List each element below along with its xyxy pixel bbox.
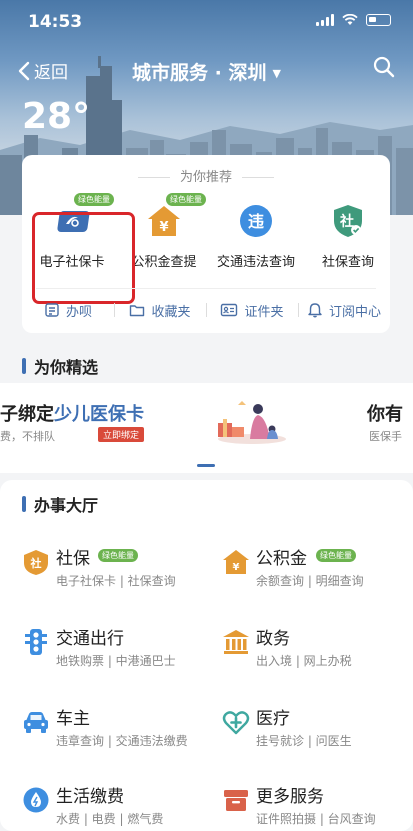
car-icon <box>24 712 48 733</box>
service-name: 车主 <box>56 709 90 729</box>
search-button[interactable] <box>373 56 395 82</box>
service-subtitle: 挂号就诊 | 问医生 <box>256 734 352 748</box>
service-government[interactable]: 政务 出入境 | 网上办税 <box>222 622 402 682</box>
nav-bar: 返回 城市服务 · 深圳 ▼ <box>0 50 413 90</box>
section-marker <box>22 358 26 374</box>
svg-text:¥: ¥ <box>233 562 240 573</box>
banner-next-title: 你有 <box>367 404 403 425</box>
recommend-item-label: 社保查询 <box>321 255 374 270</box>
service-subtitle: 违章查询 | 交通违法缴费 <box>56 734 188 748</box>
traffic-violation-icon: 违 <box>238 203 274 239</box>
social-security-query-icon: 社 <box>330 203 366 239</box>
action-id-folder[interactable]: 证件夹 <box>206 293 298 327</box>
service-more[interactable]: 更多服务 证件照拍摄 | 台风查询 <box>222 780 402 831</box>
wifi-icon <box>342 14 358 25</box>
service-name: 政务 <box>256 629 290 649</box>
recommend-item-traffic-violation[interactable]: 违 交通违法查询 <box>210 203 302 270</box>
action-label: 办呗 <box>65 304 92 320</box>
picks-section-header: 为你精选 <box>22 354 98 378</box>
page-title: 城市服务 · 深圳 <box>132 62 267 84</box>
family-illustration <box>218 401 286 444</box>
signal-icon <box>316 14 334 26</box>
battery-icon <box>366 14 391 26</box>
hall-section-header: 办事大厅 <box>22 492 98 516</box>
service-name: 公积金 <box>256 549 307 569</box>
housing-fund-icon: ¥ <box>223 550 249 574</box>
banner-next-subtitle: 医保手 <box>369 430 402 443</box>
section-title: 办事大厅 <box>34 496 99 515</box>
service-subtitle: 电子社保卡 | 社保查询 <box>56 574 176 588</box>
action-banbei[interactable]: 办呗 <box>22 293 114 327</box>
green-energy-badge: 绿色能量 <box>316 549 356 562</box>
recommend-title: 为你推荐 <box>22 166 390 185</box>
green-energy-badge: 绿色能量 <box>98 549 138 562</box>
service-name: 生活缴费 <box>56 787 124 807</box>
status-icons <box>316 14 391 26</box>
service-subtitle: 水费 | 电费 | 燃气费 <box>56 812 164 826</box>
action-favorites[interactable]: 收藏夹 <box>114 293 206 327</box>
banner-slide[interactable]: 子绑定少儿医保卡 费，不排队 立即绑定 你有 医保手 <box>0 383 413 473</box>
action-label: 收藏夹 <box>151 304 191 320</box>
utility-icon <box>23 787 49 813</box>
medical-icon <box>222 711 250 735</box>
service-medical[interactable]: 医疗 挂号就诊 | 问医生 <box>222 702 402 762</box>
divider <box>36 288 376 289</box>
traffic-light-icon <box>25 629 47 655</box>
action-subscription[interactable]: 订阅中心 <box>298 293 390 327</box>
banner-subtitle: 费，不排队 <box>0 430 55 443</box>
housing-fund-icon: ¥ 绿色能量 <box>146 193 206 239</box>
svg-text:¥: ¥ <box>159 220 168 235</box>
service-name: 交通出行 <box>56 629 124 649</box>
recommend-card: 为你推荐 绿色能量 电子社保卡 ¥ 绿色能量 公积金查提 违 交通违法查询 社 … <box>22 155 390 333</box>
status-time: 14:53 <box>28 12 83 32</box>
search-icon <box>373 56 395 78</box>
green-energy-badge: 绿色能量 <box>74 193 114 206</box>
caret-down-icon: ▼ <box>272 67 281 80</box>
service-hall-card: 办事大厅 社 社保 绿色能量 电子社保卡 | 社保查询 ¥ 公积金 绿色能量 余… <box>0 480 413 831</box>
recommend-item-label: 交通违法查询 <box>216 255 295 270</box>
recommend-item-social-security-query[interactable]: 社 社保查询 <box>302 203 394 270</box>
service-housing-fund[interactable]: ¥ 公积金 绿色能量 余额查询 | 明细查询 <box>222 542 402 602</box>
status-bar: 14:53 <box>0 0 413 44</box>
service-transport[interactable]: 交通出行 地铁购票 | 中港通巴士 <box>22 622 202 682</box>
service-subtitle: 证件照拍摄 | 台风查询 <box>256 812 376 826</box>
government-icon <box>223 630 249 654</box>
service-social-security[interactable]: 社 社保 绿色能量 电子社保卡 | 社保查询 <box>22 542 202 602</box>
action-label: 订阅中心 <box>328 304 381 320</box>
bell-icon <box>308 303 322 318</box>
highlight-box <box>32 212 135 304</box>
service-name: 医疗 <box>256 709 290 729</box>
service-name: 社保 <box>56 549 90 569</box>
recommend-items: 绿色能量 电子社保卡 ¥ 绿色能量 公积金查提 违 交通违法查询 社 社保查询 <box>22 185 390 304</box>
banner-carousel[interactable]: 子绑定少儿医保卡 费，不排队 立即绑定 你有 医保手 <box>0 383 413 473</box>
more-services-icon <box>224 790 248 811</box>
section-title: 为你精选 <box>34 358 99 377</box>
svg-text:违: 违 <box>248 212 264 231</box>
social-security-icon: 社 <box>24 550 48 575</box>
temperature: 28° <box>22 96 91 137</box>
task-icon <box>45 303 59 317</box>
service-subtitle: 地铁购票 | 中港通巴士 <box>56 654 176 668</box>
action-label: 证件夹 <box>244 304 284 320</box>
banner-title: 子绑定少儿医保卡 <box>0 404 144 425</box>
carousel-indicator <box>197 464 215 467</box>
service-name: 更多服务 <box>256 787 324 807</box>
service-subtitle: 余额查询 | 明细查询 <box>256 574 364 588</box>
service-utilities[interactable]: 生活缴费 水费 | 电费 | 燃气费 <box>22 780 202 831</box>
green-energy-badge: 绿色能量 <box>166 193 206 206</box>
service-car-owner[interactable]: 车主 违章查询 | 交通违法缴费 <box>22 702 202 762</box>
folder-icon <box>130 305 145 317</box>
id-card-icon <box>221 303 238 317</box>
quick-actions: 办呗 收藏夹 证件夹 订阅中心 <box>22 293 390 327</box>
service-subtitle: 出入境 | 网上办税 <box>256 654 352 668</box>
section-marker <box>22 496 26 512</box>
svg-text:社: 社 <box>30 556 42 570</box>
city-selector[interactable]: 城市服务 · 深圳 ▼ <box>0 58 413 85</box>
bind-now-button[interactable]: 立即绑定 <box>98 427 145 442</box>
